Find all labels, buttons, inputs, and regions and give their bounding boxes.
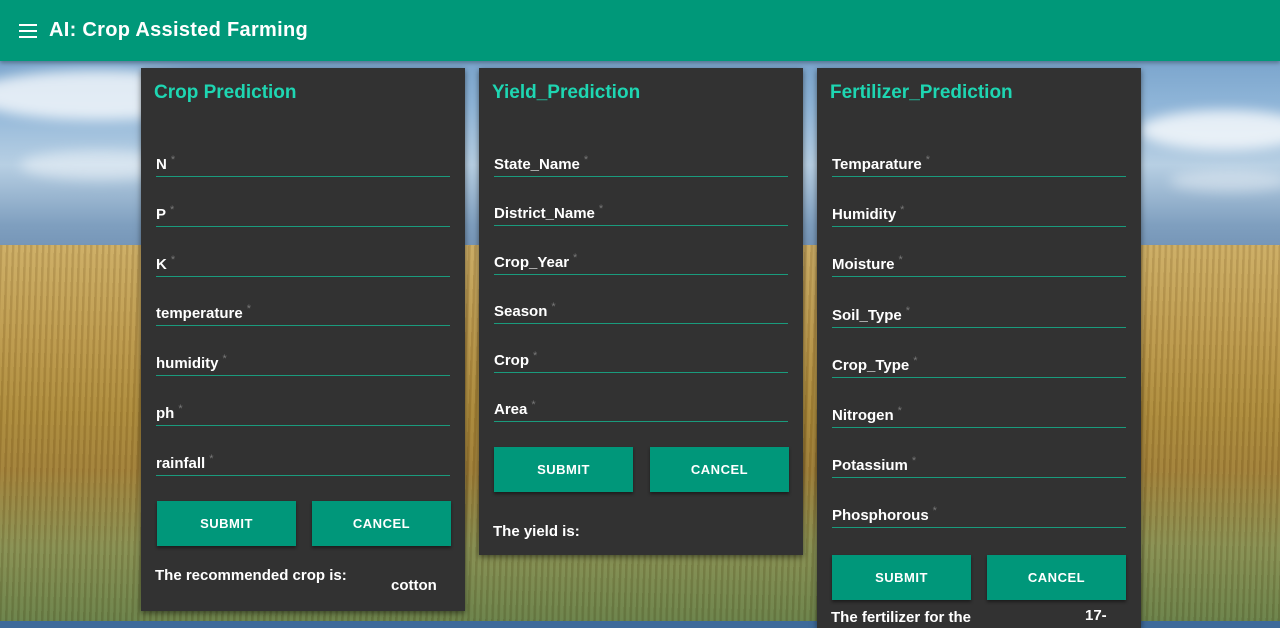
field-input[interactable] — [832, 141, 1130, 179]
card-title: Crop Prediction — [154, 82, 297, 103]
form-field[interactable]: Soil_Type * — [832, 291, 1130, 330]
submit-button[interactable]: SUBMIT — [157, 501, 296, 546]
field-underline — [156, 375, 450, 377]
field-underline — [832, 276, 1126, 278]
field-underline — [494, 274, 788, 275]
form-field[interactable]: Season * — [494, 288, 792, 326]
field-input[interactable] — [494, 190, 792, 228]
submit-button[interactable]: SUBMIT — [832, 555, 971, 600]
field-input[interactable] — [494, 239, 792, 277]
form-field[interactable]: Crop_Type * — [832, 341, 1130, 380]
field-input[interactable] — [832, 392, 1130, 430]
crop-prediction-card: Crop Prediction N * P * K * temperature * humidi… — [141, 68, 465, 611]
result-label: The fertilizer for the — [831, 609, 972, 626]
field-underline — [156, 176, 450, 177]
result-label: The yield is: — [493, 523, 580, 540]
cancel-button[interactable]: CANCEL — [650, 447, 789, 492]
field-input[interactable] — [156, 340, 454, 379]
form-field[interactable]: K * — [156, 240, 454, 279]
form-field[interactable]: ph * — [156, 390, 454, 428]
result-value: 17- — [1085, 607, 1107, 624]
form-field[interactable]: Moisture * — [832, 241, 1130, 280]
form-field[interactable]: N * — [156, 141, 454, 179]
field-underline — [494, 421, 788, 422]
field-underline — [832, 176, 1126, 177]
field-input[interactable] — [156, 240, 454, 279]
field-input[interactable] — [494, 288, 792, 326]
field-underline — [832, 477, 1126, 479]
form-field[interactable]: Potassium * — [832, 442, 1130, 481]
field-input[interactable] — [494, 141, 792, 179]
field-input[interactable] — [494, 386, 792, 424]
yield-prediction-card: Yield_Prediction State_Name * District_Nam… — [479, 68, 803, 555]
cancel-button[interactable]: CANCEL — [987, 555, 1126, 600]
field-underline — [832, 326, 1126, 328]
field-input[interactable] — [494, 337, 792, 375]
form-field[interactable]: State_Name * — [494, 141, 792, 179]
field-input[interactable] — [156, 439, 454, 478]
field-underline — [832, 427, 1126, 428]
app-bar: AI: Crop Assisted Farming — [0, 0, 1280, 61]
field-underline — [156, 425, 450, 426]
form-field[interactable]: Phosphorous * — [832, 492, 1130, 531]
field-underline — [156, 474, 450, 476]
form-field[interactable]: temperature * — [156, 290, 454, 329]
form-field[interactable]: Humidity * — [832, 191, 1130, 230]
form-field[interactable]: Temparature * — [832, 141, 1130, 179]
cancel-button[interactable]: CANCEL — [312, 501, 451, 546]
field-underline — [832, 226, 1126, 228]
field-underline — [156, 225, 450, 227]
field-input[interactable] — [156, 190, 454, 229]
submit-button[interactable]: SUBMIT — [494, 447, 633, 492]
app-title: AI: Crop Assisted Farming — [49, 19, 309, 41]
cloud — [1170, 170, 1280, 192]
form-field[interactable]: P * — [156, 190, 454, 229]
menu-icon[interactable] — [19, 23, 39, 38]
field-input[interactable] — [832, 341, 1130, 380]
field-input[interactable] — [832, 492, 1130, 531]
field-input[interactable] — [832, 442, 1130, 481]
form-field[interactable]: District_Name * — [494, 190, 792, 228]
form-field[interactable]: Nitrogen * — [832, 392, 1130, 430]
field-underline — [494, 372, 788, 373]
form-field[interactable]: rainfall * — [156, 439, 454, 478]
field-input[interactable] — [156, 290, 454, 329]
field-input[interactable] — [156, 390, 454, 428]
field-underline — [156, 325, 450, 327]
card-title: Fertilizer_Prediction — [830, 82, 1013, 103]
result-label: The recommended crop is: — [155, 567, 347, 584]
result-value: cotton — [391, 577, 437, 594]
field-input[interactable] — [832, 241, 1130, 280]
field-input[interactable] — [156, 141, 454, 179]
fertilizer-prediction-card: Fertilizer_Prediction Temparature * Humidi… — [817, 68, 1141, 628]
field-underline — [494, 323, 788, 324]
field-underline — [494, 225, 788, 226]
field-underline — [156, 275, 450, 277]
field-underline — [494, 176, 788, 177]
field-input[interactable] — [832, 191, 1130, 230]
field-underline — [832, 376, 1126, 378]
field-input[interactable] — [832, 291, 1130, 330]
form-field[interactable]: humidity * — [156, 340, 454, 379]
form-field[interactable]: Crop_Year * — [494, 239, 792, 277]
form-field[interactable]: Area * — [494, 386, 792, 424]
form-field[interactable]: Crop * — [494, 337, 792, 375]
field-underline — [832, 527, 1126, 529]
card-title: Yield_Prediction — [492, 82, 641, 103]
